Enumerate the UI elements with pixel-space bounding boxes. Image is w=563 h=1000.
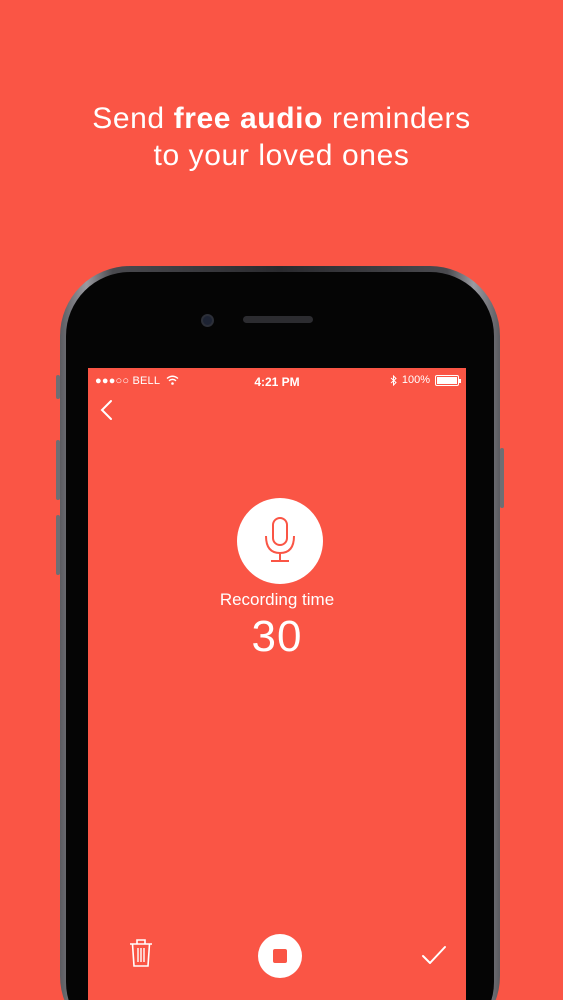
checkmark-icon[interactable] [420, 943, 448, 967]
headline-line-1: Send free audio reminders [92, 102, 471, 135]
volume-down-button [56, 515, 60, 575]
battery-percent: 100% [401, 374, 430, 386]
trash-icon[interactable] [128, 938, 154, 968]
battery-icon [435, 374, 461, 386]
microphone-icon [265, 517, 295, 562]
recording-time-label: Recording time [219, 590, 335, 609]
status-bar: ●●●○○ BELL 4:21 PM 100% [88, 368, 466, 394]
volume-up-button [56, 440, 60, 500]
recording-time-value: 30 [251, 612, 303, 661]
headline: Send free audio reminders to your loved … [0, 100, 563, 174]
chevron-left-icon[interactable] [96, 398, 120, 422]
power-button [500, 448, 504, 508]
mute-switch [56, 375, 60, 399]
stop-icon [273, 949, 287, 963]
status-right: 100% [390, 374, 461, 386]
record-button[interactable] [237, 498, 323, 584]
stop-button[interactable] [258, 934, 302, 978]
phone-screen: ●●●○○ BELL 4:21 PM 100% Recording time 3… [88, 368, 466, 1000]
headline-line-2: to your loved ones [153, 139, 410, 172]
bluetooth-icon [390, 374, 397, 386]
front-camera [201, 314, 214, 327]
headline-emphasis: free audio [173, 102, 324, 135]
earpiece-speaker [243, 316, 313, 323]
